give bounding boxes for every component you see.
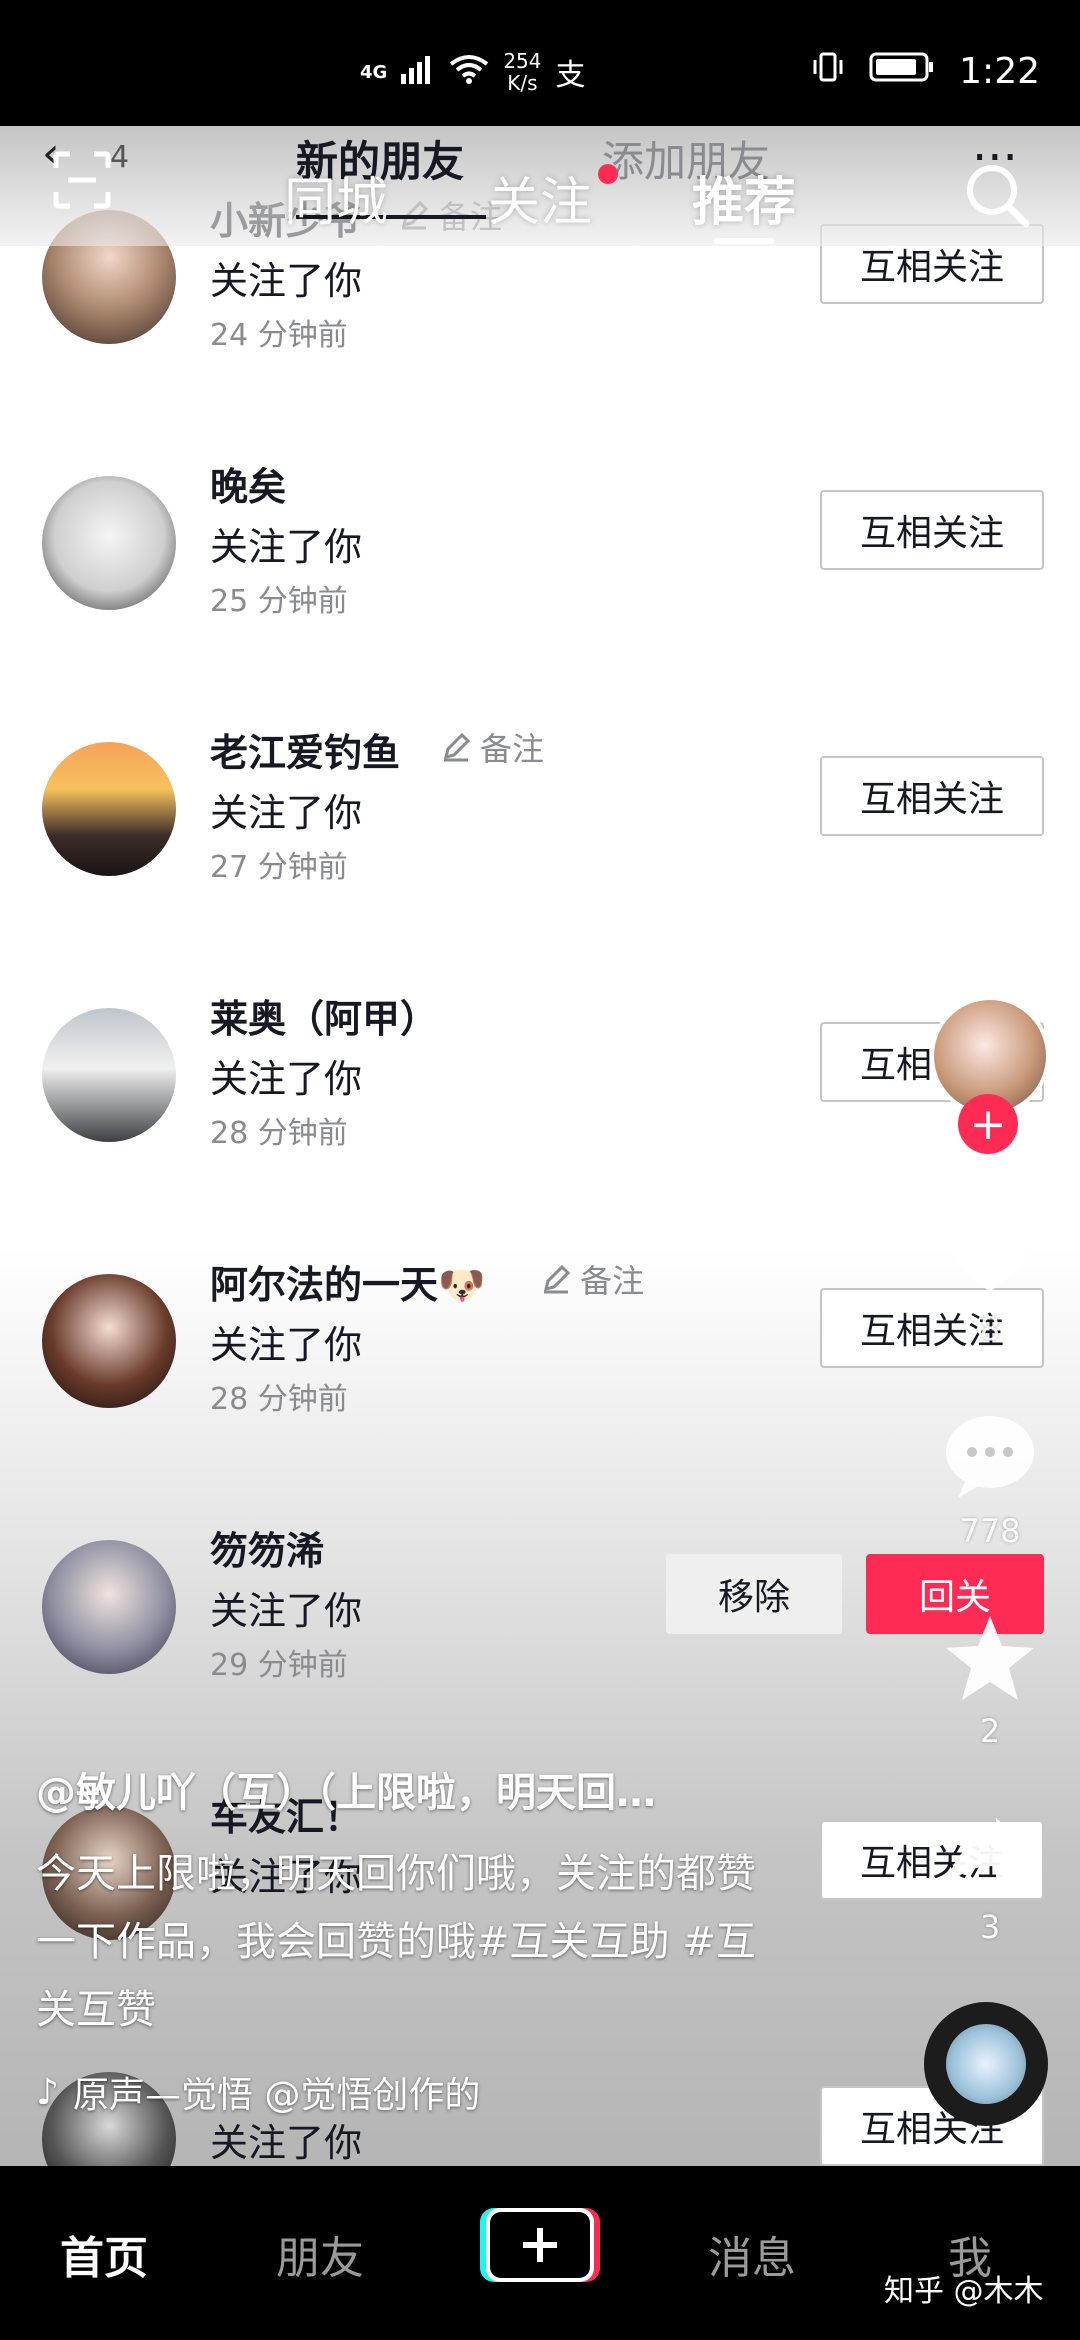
music-note-icon: ♪ xyxy=(36,2071,59,2113)
list-item[interactable]: 小新少爷备注关注了你24 分钟前互相关注 xyxy=(0,198,1080,476)
status-left: 4G 254 K/s 支 xyxy=(360,50,586,94)
timestamp: 28 分钟前 xyxy=(210,1382,348,1417)
tab-recommend[interactable]: 推荐 xyxy=(692,160,796,235)
comment-button[interactable] xyxy=(930,1410,1050,1504)
share-count: 3 xyxy=(979,1908,1001,1946)
mutual-follow-button[interactable]: 互相关注 xyxy=(820,490,1044,570)
like-count: 8 xyxy=(979,1310,1001,1348)
network-speed: 254 K/s xyxy=(503,50,541,94)
mutual-follow-button[interactable]: 互相关注 xyxy=(820,756,1044,836)
status-bar: 4G 254 K/s 支 1:22 xyxy=(0,0,1080,126)
follow-action-text: 关注了你 xyxy=(210,1589,363,1633)
avatar[interactable] xyxy=(42,1540,176,1674)
avatar[interactable] xyxy=(42,742,176,876)
follow-action-text: 关注了你 xyxy=(210,525,363,569)
music-disc[interactable] xyxy=(924,2002,1048,2126)
nav-home[interactable]: 首页 xyxy=(60,2222,148,2286)
disc-cover xyxy=(946,2024,1026,2104)
favorite-count: 2 xyxy=(979,1712,1001,1750)
tab-indicator xyxy=(714,238,774,244)
share-icon xyxy=(946,1818,1034,1892)
tab-following[interactable]: 关注 xyxy=(488,160,592,235)
music-title: 原声—觉悟 @觉悟创作的 xyxy=(72,2075,481,2116)
user-name[interactable]: 晚矣 xyxy=(210,456,286,511)
avatar[interactable] xyxy=(42,476,176,610)
remark-button[interactable]: 备注 xyxy=(440,724,544,770)
bottom-nav: 首页 朋友 消息 我 知乎 @木木 xyxy=(0,2166,1080,2340)
follow-action-text: 关注了你 xyxy=(210,259,363,303)
tab-nearby[interactable]: 同城 xyxy=(284,160,388,235)
follow-plus-icon[interactable]: + xyxy=(958,1094,1018,1154)
speed-unit: K/s xyxy=(507,71,538,95)
wifi-icon xyxy=(449,54,489,90)
timestamp: 28 分钟前 xyxy=(210,1116,348,1151)
user-name[interactable]: 老江爱钓鱼 xyxy=(210,722,400,777)
share-button[interactable] xyxy=(930,1808,1050,1902)
list-item[interactable]: 老江爱钓鱼 备注 关注了你 27 分钟前 互相关注 xyxy=(0,730,1080,1008)
back-badge: 4 xyxy=(110,140,130,175)
nav-messages[interactable]: 消息 xyxy=(708,2222,796,2286)
timestamp: 27 分钟前 xyxy=(210,850,348,885)
music-info[interactable]: ♪ 原声—觉悟 @觉悟创作的 xyxy=(36,2066,480,2118)
remark-label: 备注 xyxy=(480,730,545,768)
user-name[interactable]: 阿尔法的一天🐶 xyxy=(210,1254,485,1309)
follow-action-text: 关注了你 xyxy=(210,791,363,835)
network-label: 4G xyxy=(360,61,388,83)
pencil-icon xyxy=(543,1264,571,1294)
follow-action-text: 关注了你 xyxy=(210,1057,363,1101)
speed-value: 254 xyxy=(503,49,542,73)
favorite-button[interactable] xyxy=(930,1612,1050,1706)
user-name[interactable]: 莱奥（阿甲） xyxy=(210,988,438,1043)
avatar[interactable] xyxy=(42,1274,176,1408)
remark-label: 备注 xyxy=(580,1262,645,1300)
timestamp: 24 分钟前 xyxy=(210,318,348,353)
signal-icon xyxy=(401,54,435,90)
watermark: 知乎 @木木 xyxy=(884,2274,1044,2309)
remark-button[interactable]: 备注 xyxy=(540,1256,644,1302)
comment-icon xyxy=(946,1416,1034,1498)
timestamp: 29 分钟前 xyxy=(210,1648,348,1683)
clock: 1:22 xyxy=(959,51,1040,92)
video-caption: 今天上限啦，明天回你们哦，关注的都赞一下作品，我会回赞的哦#互关互助 #互关互赞 xyxy=(36,1851,756,2033)
notification-dot xyxy=(598,164,618,184)
follow-action-text: 关注了你 xyxy=(210,1323,363,1367)
avatar[interactable] xyxy=(42,1008,176,1142)
alipay-icon: 支 xyxy=(555,58,586,93)
timestamp: 25 分钟前 xyxy=(210,584,348,619)
video-author[interactable]: @敏儿吖（互）（上限啦，明天回… xyxy=(36,1760,656,1818)
battery-icon xyxy=(869,50,935,93)
like-button[interactable] xyxy=(930,1206,1050,1300)
star-icon xyxy=(946,1616,1034,1700)
user-name[interactable]: 笏笏浠 xyxy=(210,1520,324,1575)
scan-icon[interactable] xyxy=(52,150,112,210)
list-item[interactable]: 阿尔法的一天🐶 备注 关注了你 28 分钟前 互相关注 xyxy=(0,1262,1080,1540)
list-item[interactable]: 莱奥（阿甲）关注了你28 分钟前互相关注 xyxy=(0,997,1080,1274)
vibrate-icon xyxy=(811,50,845,93)
list-item[interactable]: 晚矣 关注了你 25 分钟前 互相关注 xyxy=(0,465,1080,742)
follow-action-text: 关注了你 xyxy=(210,2121,363,2165)
heart-icon xyxy=(948,1214,1032,1292)
create-button[interactable] xyxy=(480,2206,600,2284)
pencil-icon xyxy=(443,732,471,762)
search-icon[interactable] xyxy=(962,160,1032,230)
remove-button[interactable]: 移除 xyxy=(666,1554,842,1634)
status-right: 1:22 xyxy=(811,50,1040,93)
comment-count: 778 xyxy=(959,1512,1021,1550)
nav-friends[interactable]: 朋友 xyxy=(276,2222,364,2286)
